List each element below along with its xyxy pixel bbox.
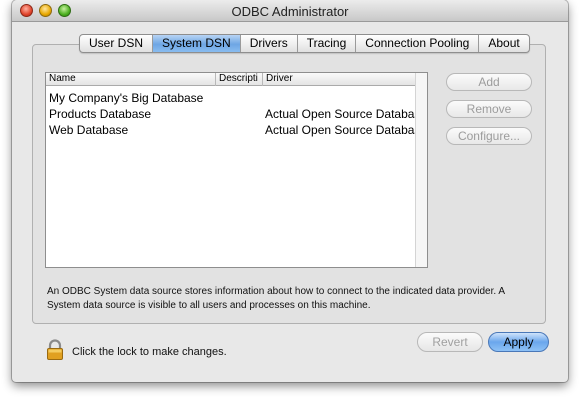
column-header-name[interactable]: Name [46,73,216,86]
tab-drivers[interactable]: Drivers [241,35,298,52]
list-row[interactable]: Web Database Actual Open Source Database… [46,122,427,138]
list-header: Name Descripti Driver [46,73,427,86]
tab-user-dsn[interactable]: User DSN [80,35,154,52]
list-row[interactable]: Products Database Actual Open Source Dat… [46,106,427,122]
list-row[interactable]: My Company's Big Database [46,90,427,106]
add-button[interactable]: Add [446,73,532,91]
list-scrollbar[interactable] [415,73,427,267]
odbc-administrator-window: ODBC Administrator User DSN System DSN D… [12,0,568,382]
column-header-description[interactable]: Descripti [216,73,263,86]
row-driver: Actual Open Source Databases [265,123,415,137]
row-driver: Actual Open Source Databases [265,107,415,121]
row-name: Products Database [49,107,152,121]
description-text: An ODBC System data source stores inform… [47,286,505,311]
lock-text: Click the lock to make changes. [72,346,227,358]
remove-button[interactable]: Remove [446,100,532,118]
revert-button[interactable]: Revert [417,332,483,352]
row-name: Web Database [49,123,129,137]
row-name: My Company's Big Database [49,91,204,105]
title-bar[interactable]: ODBC Administrator [12,0,568,22]
tab-tracing[interactable]: Tracing [298,35,357,52]
window-title: ODBC Administrator [231,4,349,19]
column-header-driver[interactable]: Driver [263,73,417,86]
tab-system-dsn[interactable]: System DSN [153,35,241,52]
configure-button[interactable]: Configure... [446,127,532,145]
lock-icon[interactable] [44,339,66,361]
tab-bar: User DSN System DSN Drivers Tracing Conn… [79,34,530,53]
apply-button[interactable]: Apply [488,332,549,352]
dsn-list[interactable]: Name Descripti Driver My Company's Big D… [45,72,428,268]
tab-about[interactable]: About [479,35,528,52]
tab-connection-pooling[interactable]: Connection Pooling [356,35,480,52]
